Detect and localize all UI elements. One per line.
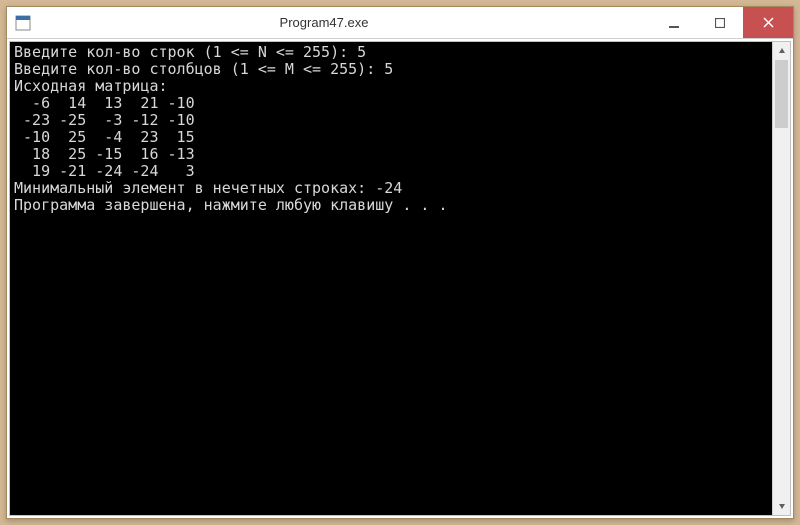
titlebar[interactable]: Program47.exe xyxy=(7,7,793,39)
console-line: Введите кол-во строк (1 <= N <= 255): 5 xyxy=(14,44,768,61)
console-line: -10 25 -4 23 15 xyxy=(14,129,768,146)
app-icon xyxy=(15,15,31,31)
scroll-down-icon[interactable] xyxy=(773,497,790,515)
console-line: Минимальный элемент в нечетных строках: … xyxy=(14,180,768,197)
console-line: -6 14 13 21 -10 xyxy=(14,95,768,112)
maximize-button[interactable] xyxy=(697,7,743,38)
console-line: Программа завершена, нажмите любую клави… xyxy=(14,197,768,214)
titlebar-buttons xyxy=(651,7,793,38)
vertical-scrollbar[interactable] xyxy=(772,42,790,515)
console-line: Введите кол-во столбцов (1 <= M <= 255):… xyxy=(14,61,768,78)
console-line: 18 25 -15 16 -13 xyxy=(14,146,768,163)
console-line: -23 -25 -3 -12 -10 xyxy=(14,112,768,129)
client-area: Введите кол-во строк (1 <= N <= 255): 5В… xyxy=(9,41,791,516)
minimize-button[interactable] xyxy=(651,7,697,38)
scroll-thumb[interactable] xyxy=(775,60,788,128)
close-button[interactable] xyxy=(743,7,793,38)
scroll-up-icon[interactable] xyxy=(773,42,790,60)
scroll-track[interactable] xyxy=(773,60,790,497)
console-line: Исходная матрица: xyxy=(14,78,768,95)
console-window: Program47.exe Введите кол-во строк (1 <=… xyxy=(6,6,794,519)
console-line: 19 -21 -24 -24 3 xyxy=(14,163,768,180)
window-title: Program47.exe xyxy=(37,15,611,30)
console-output: Введите кол-во строк (1 <= N <= 255): 5В… xyxy=(10,42,772,515)
